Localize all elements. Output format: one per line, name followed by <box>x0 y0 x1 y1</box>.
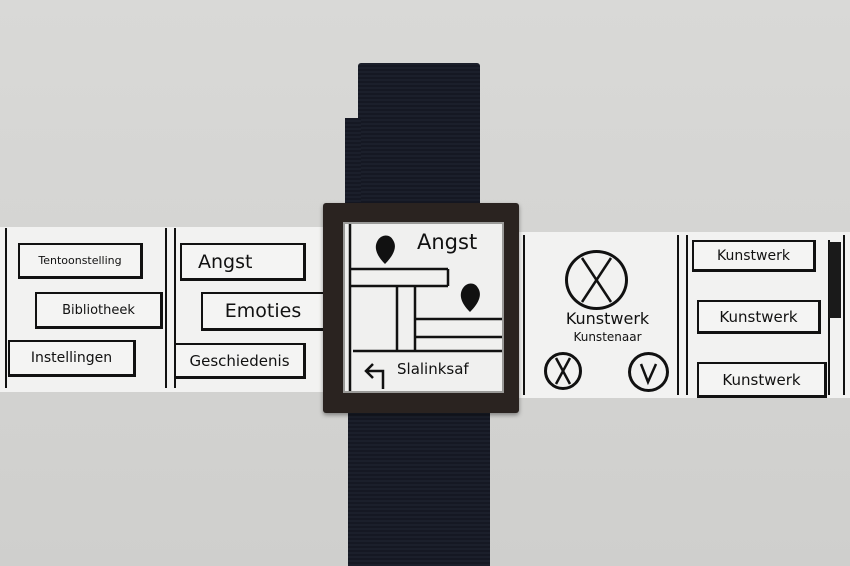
map-pin-icon <box>460 283 480 312</box>
direction-text: Slalinksaf <box>397 360 469 378</box>
accept-icon[interactable] <box>628 352 669 392</box>
artwork-list-item[interactable]: Kunstwerk <box>697 300 821 334</box>
panel-divider <box>686 235 688 395</box>
watch-title: Angst <box>417 230 478 254</box>
panel-divider <box>523 235 525 395</box>
category-emoties[interactable]: Emoties <box>201 292 326 331</box>
artwork-placeholder-icon <box>565 250 628 310</box>
artwork-title: Kunstwerk <box>565 309 650 328</box>
artist-name: Kunstenaar <box>573 330 642 344</box>
panel-divider <box>165 228 167 388</box>
arrow-turn-left-icon <box>364 363 385 389</box>
reject-icon[interactable] <box>544 352 582 390</box>
watch-strap-bottom <box>348 405 490 566</box>
artwork-list-item[interactable]: Kunstwerk <box>697 362 827 398</box>
photo-scene: Tentoonstelling Bibliotheek Instellingen… <box>0 0 850 566</box>
artwork-list-item[interactable]: Kunstwerk <box>692 240 816 272</box>
watch-screen: Angst Slalinksaf <box>343 222 504 393</box>
watch-strap-top <box>358 63 480 213</box>
scrollbar-thumb[interactable] <box>829 242 841 318</box>
category-geschiedenis[interactable]: Geschiedenis <box>174 343 306 379</box>
menu-item-bibliotheek[interactable]: Bibliotheek <box>35 292 163 329</box>
category-angst[interactable]: Angst <box>180 243 306 281</box>
map-pin-icon <box>375 235 395 264</box>
menu-item-instellingen[interactable]: Instellingen <box>8 340 136 377</box>
menu-item-tentoonstelling[interactable]: Tentoonstelling <box>18 243 143 279</box>
panel-divider <box>843 235 845 395</box>
panel-divider <box>5 228 7 388</box>
